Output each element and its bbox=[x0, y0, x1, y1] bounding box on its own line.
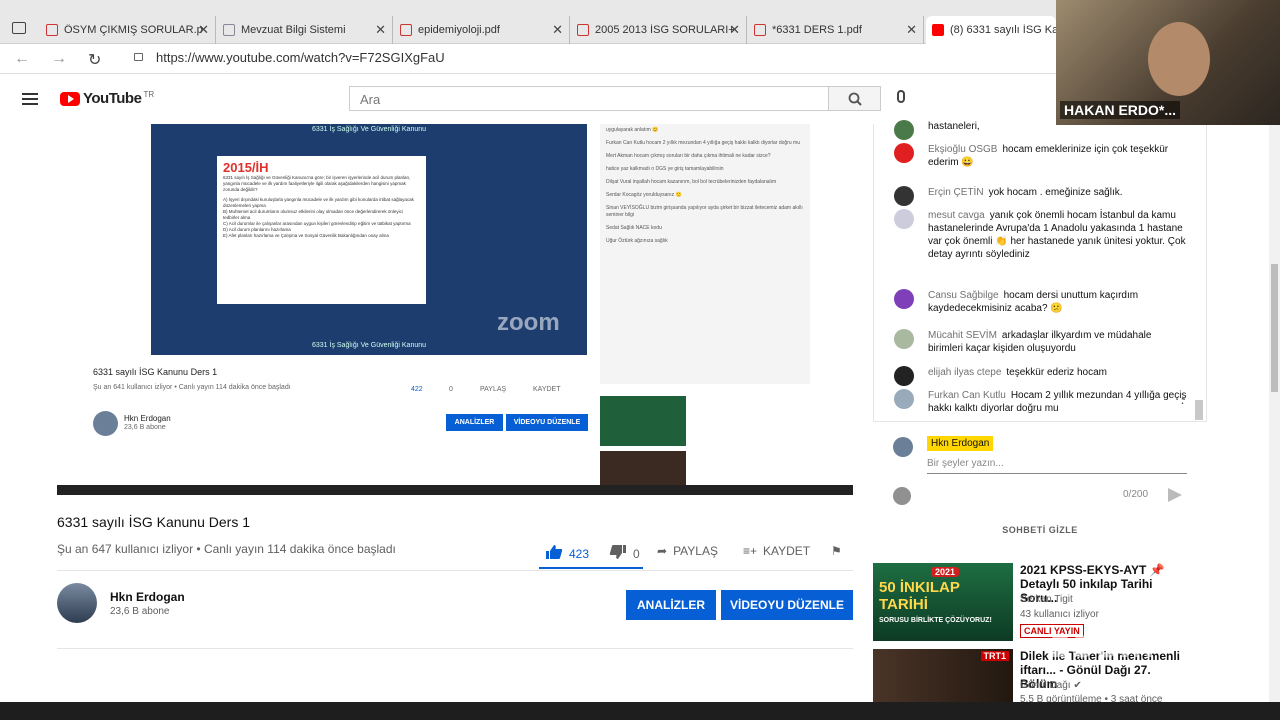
search-input[interactable]: Ara bbox=[349, 86, 829, 111]
video-thumbnail[interactable]: TRT1 bbox=[873, 649, 1013, 702]
my-name-badge: Hkn Erdogan bbox=[927, 436, 994, 451]
inner-rec-thumb bbox=[600, 451, 686, 485]
thumbs-up-icon bbox=[545, 544, 563, 563]
chat-input-area: Hkn Erdogan Bir şeyler yazın... 0/200 SO… bbox=[873, 421, 1207, 544]
screen: ÖSYM ÇIKMIŞ SORULAR.p ✕ Mevzuat Bilgi Sis… bbox=[0, 0, 1280, 720]
avatar bbox=[894, 120, 914, 140]
youtube-logo[interactable]: YouTube TR bbox=[60, 90, 154, 107]
video-meta: Şu an 647 kullanıcı izliyor • Canlı yayı… bbox=[57, 542, 396, 556]
subscriber-count: 23,6 B abone bbox=[110, 606, 170, 617]
lock-icon bbox=[134, 53, 143, 61]
avatar bbox=[894, 143, 914, 163]
divider bbox=[57, 648, 853, 649]
tab-osym[interactable]: ÖSYM ÇIKMIŞ SORULAR.p ✕ bbox=[40, 16, 216, 44]
tab-isg-sorulari[interactable]: 2005 2013 İSG SORULARI+ ✕ bbox=[571, 16, 747, 44]
search-button[interactable] bbox=[828, 86, 881, 111]
tab-mevzuat[interactable]: Mevzuat Bilgi Sistemi ✕ bbox=[217, 16, 393, 44]
char-counter: 0/200 bbox=[1123, 489, 1149, 500]
window-menu-icon[interactable] bbox=[12, 22, 26, 34]
video-title: 6331 sayılı İSG Kanunu Ders 1 bbox=[57, 514, 250, 530]
avatar bbox=[894, 289, 914, 309]
progress-bar[interactable] bbox=[57, 485, 853, 495]
share-button[interactable]: ➦ PAYLAŞ bbox=[657, 544, 718, 558]
avatar bbox=[894, 389, 914, 409]
pdf-icon bbox=[577, 24, 589, 36]
tab-6331-ders[interactable]: *6331 DERS 1.pdf ✕ bbox=[748, 16, 924, 44]
play-logo-icon bbox=[60, 91, 80, 106]
pdf-icon bbox=[754, 24, 766, 36]
chat-message-input[interactable]: Bir şeyler yazın... bbox=[927, 458, 1187, 474]
menu-icon[interactable] bbox=[22, 93, 38, 105]
avatar bbox=[894, 209, 914, 229]
avatar bbox=[894, 366, 914, 386]
save-button[interactable]: ≡+ KAYDET bbox=[743, 544, 810, 558]
pdf-icon bbox=[400, 24, 412, 36]
divider bbox=[57, 570, 853, 571]
page-icon bbox=[223, 24, 235, 36]
question-card: 2015/İH 6331 sayılı İş Sağlığı ve Güvenl… bbox=[217, 156, 426, 304]
inner-avatar bbox=[93, 411, 118, 436]
url-field[interactable]: https://www.youtube.com/watch?v=F72SGIXg… bbox=[156, 50, 445, 65]
avatar bbox=[894, 186, 914, 206]
dislike-button[interactable]: 0 bbox=[609, 544, 640, 563]
shared-chat-panel: uygulayarak anlatım 😊 Furkan Can Kutlu h… bbox=[600, 124, 810, 384]
close-icon[interactable]: ✕ bbox=[906, 22, 917, 38]
microphone-icon[interactable] bbox=[897, 90, 905, 103]
tab-youtube-active[interactable]: (8) 6331 sayılı İSG Kanu bbox=[926, 16, 1056, 44]
inner-rec-thumb bbox=[600, 396, 686, 446]
more-options-icon[interactable]: ⋮ bbox=[1176, 391, 1189, 407]
chat-scrollbar[interactable] bbox=[1195, 400, 1203, 420]
my-avatar bbox=[893, 437, 913, 457]
close-icon[interactable]: ✕ bbox=[552, 22, 563, 38]
flag-icon: ⚑ bbox=[831, 544, 842, 558]
thumbs-down-icon bbox=[609, 544, 627, 563]
pdf-icon bbox=[46, 24, 58, 36]
channel-avatar[interactable] bbox=[57, 583, 97, 623]
share-icon: ➦ bbox=[657, 544, 668, 558]
like-button[interactable]: 423 bbox=[545, 544, 589, 563]
edit-video-button[interactable]: VİDEOYU DÜZENLE bbox=[721, 590, 853, 620]
presenter-video bbox=[1148, 22, 1210, 96]
playlist-add-icon: ≡+ bbox=[743, 544, 758, 558]
forward-icon[interactable]: → bbox=[51, 50, 67, 68]
webcam-overlay: HAKAN ERDO*... bbox=[1056, 0, 1280, 125]
video-thumbnail[interactable]: 2021 50 İNKILAP TARİHİ SORUSU BİRLİKTE Ç… bbox=[873, 563, 1013, 641]
presenter-name: HAKAN ERDO*... bbox=[1060, 101, 1181, 119]
reload-icon[interactable]: ↻ bbox=[88, 50, 101, 70]
like-ratio-bar bbox=[539, 567, 643, 569]
hide-chat-button[interactable]: SOHBETİ GİZLE bbox=[873, 525, 1207, 535]
channel-name[interactable]: Hkn Erdogan bbox=[110, 590, 185, 604]
taskbar-strip bbox=[0, 702, 1280, 720]
back-icon[interactable]: ← bbox=[14, 50, 30, 68]
report-button[interactable]: ⚑ bbox=[831, 544, 848, 558]
close-icon[interactable]: ✕ bbox=[198, 22, 209, 38]
close-icon[interactable]: ✕ bbox=[729, 22, 740, 38]
analytics-button[interactable]: ANALİZLER bbox=[626, 590, 716, 620]
video-player[interactable]: 6331 İş Sağlığı Ve Güvenliği Kanunu 2015… bbox=[57, 124, 853, 495]
tab-epidemiyoloji[interactable]: epidemiyoloji.pdf ✕ bbox=[394, 16, 570, 44]
close-icon[interactable]: ✕ bbox=[375, 22, 386, 38]
avatar bbox=[894, 329, 914, 349]
youtube-icon bbox=[932, 24, 944, 36]
page-scrollbar[interactable] bbox=[1269, 124, 1280, 702]
scrollbar-thumb[interactable] bbox=[1271, 264, 1278, 392]
search-icon bbox=[848, 92, 862, 106]
emoji-icon[interactable] bbox=[893, 487, 911, 505]
send-icon[interactable] bbox=[1168, 488, 1182, 502]
